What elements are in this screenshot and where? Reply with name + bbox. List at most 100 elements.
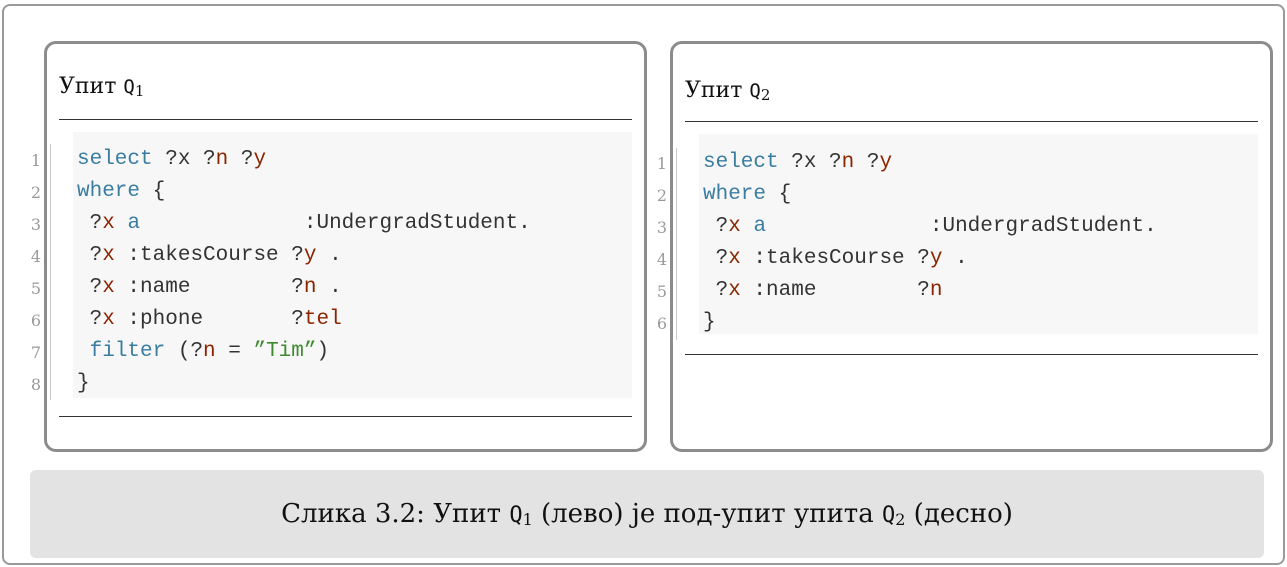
q1-code-token: :name ? (114, 276, 304, 299)
caption-symbol-1: Q (509, 503, 523, 528)
q1-code-token: x (102, 244, 115, 267)
query-q2-symbol: Q (749, 80, 761, 102)
q2-code-token: x (728, 279, 741, 302)
q2-line-number: 5 (656, 282, 667, 301)
query-q1-symbol: Q (123, 76, 135, 98)
query-q1-gutter-line (50, 144, 51, 400)
q2-code-token: y (879, 151, 893, 174)
q2-code-token: } (703, 311, 716, 334)
query-q1-subscript: 1 (134, 82, 145, 100)
q1-code-line: ?x :takesCourse ?y . (77, 240, 342, 272)
q1-line-number: 2 (30, 183, 41, 202)
q1-code-token: n (303, 276, 317, 299)
q1-code-token (77, 340, 90, 363)
q1-code-line: ?x :name ?n . (77, 272, 342, 304)
q2-code-token: :takesCourse ? (740, 247, 930, 270)
q2-code-token: n (929, 279, 943, 302)
q1-code-token: n (203, 340, 216, 363)
caption-symbol-2: Q (881, 503, 896, 528)
query-q2-panel: Упит Q2 1 select ?x ?n ?y 2 where {3 ?x a :… (657, 41, 1273, 452)
q1-code-token: where (77, 180, 141, 203)
q2-code-token: where (703, 183, 767, 206)
caption-subscript-1: 1 (522, 510, 533, 529)
query-q1-bottom-rule (59, 416, 632, 417)
q1-code-token (115, 212, 128, 235)
q1-line-number: 6 (30, 311, 41, 330)
query-q1-top-rule (59, 119, 632, 120)
q1-code-line: where { (77, 176, 165, 208)
q2-code-token: ? (703, 215, 729, 238)
query-q1-title: Упит Q1 (59, 74, 144, 100)
figure-caption: Слика 3.2: Упит Q1 (лево) је под-упит уп… (30, 470, 1264, 558)
q1-code-token: . (316, 244, 342, 267)
q1-line-number: 7 (30, 343, 41, 362)
q1-code-token: x (102, 276, 115, 299)
q2-code-token: { (766, 183, 792, 206)
q2-code-line: ?x :name ?n (703, 275, 943, 307)
q2-code-token: ? (854, 151, 880, 174)
q1-code-token: :takesCourse ? (114, 244, 304, 267)
q1-line-number: 3 (30, 215, 41, 234)
q1-code-token: ?x ? (152, 148, 216, 171)
query-q2-gutter-line (676, 148, 677, 340)
q1-line-number: 8 (30, 375, 41, 394)
q1-code-token: = (215, 340, 254, 363)
q2-code-token (741, 215, 754, 238)
q1-code-token: :UndergradStudent. (140, 212, 531, 235)
q1-code-token: ? (77, 276, 103, 299)
q2-code-token: ?x ? (778, 151, 842, 174)
q1-code-token: . (316, 276, 342, 299)
caption-prefix: Слика 3.2: Упит (281, 499, 510, 529)
q2-code-line: } (703, 307, 716, 339)
q2-code-token: a (753, 215, 767, 238)
q1-code-token: y (303, 244, 317, 267)
q1-code-token: tel (303, 308, 342, 331)
q1-code-token: a (127, 212, 141, 235)
q1-code-token: n (215, 148, 229, 171)
q1-code-line: } (77, 368, 90, 400)
q1-code-line: ?x a :UndergradStudent. (77, 208, 531, 240)
q1-code-token: (? (165, 340, 204, 363)
q1-code-token: filter (89, 340, 166, 363)
q2-code-token: :name ? (740, 279, 930, 302)
query-q2-title: Упит Q2 (685, 78, 770, 104)
q2-line-number: 1 (656, 154, 667, 173)
q2-line-number: 4 (656, 250, 667, 269)
q2-code-token: select (703, 151, 779, 174)
query-q2-title-word: Упит (685, 78, 743, 103)
q1-line-number: 4 (30, 247, 41, 266)
q2-code-token: :UndergradStudent. (766, 215, 1157, 238)
q1-code-token: ? (77, 212, 103, 235)
q1-code-token: :phone ? (114, 308, 304, 331)
q2-code-token: ? (703, 247, 729, 270)
q1-code-line: select ?x ?n ?y (77, 144, 266, 176)
q1-line-number: 5 (30, 279, 41, 298)
q2-line-number: 6 (656, 314, 667, 333)
figure-frame: Упит Q1 1 select ?x ?n ?y 2 where {3 ?x a :… (2, 4, 1285, 565)
q1-code-token: select (77, 148, 153, 171)
q1-code-line: ?x :phone ?tel (77, 304, 342, 336)
q1-code-line: filter (?n = ”Tim”) (77, 336, 329, 368)
q1-line-number: 1 (30, 151, 41, 170)
q2-code-line: ?x a :UndergradStudent. (703, 211, 1157, 243)
q1-code-token: } (77, 372, 90, 395)
query-q1-title-word: Упит (59, 74, 117, 99)
q1-code-token: ”Tim” (253, 340, 317, 363)
caption-middle: (лево) је под-упит упита (532, 499, 882, 529)
q2-code-token: . (942, 247, 968, 270)
q1-code-token: ? (77, 244, 103, 267)
figure-caption-box: Слика 3.2: Упит Q1 (лево) је под-упит уп… (30, 470, 1264, 558)
q1-code-token: x (102, 308, 115, 331)
q2-code-token: x (728, 215, 741, 238)
q2-code-token: y (929, 247, 943, 270)
q2-code-line: select ?x ?n ?y (703, 147, 892, 179)
q1-code-token: x (102, 212, 115, 235)
q2-code-token: ? (703, 279, 729, 302)
query-q2-bottom-rule (685, 354, 1258, 355)
q2-code-line: where { (703, 179, 791, 211)
q2-code-token: n (841, 151, 855, 174)
query-q2-top-rule (685, 121, 1258, 122)
query-q1-panel: Упит Q1 1 select ?x ?n ?y 2 where {3 ?x a :… (31, 41, 647, 452)
caption-suffix: (десно) (905, 499, 1013, 529)
q1-code-token: ) (316, 340, 330, 363)
